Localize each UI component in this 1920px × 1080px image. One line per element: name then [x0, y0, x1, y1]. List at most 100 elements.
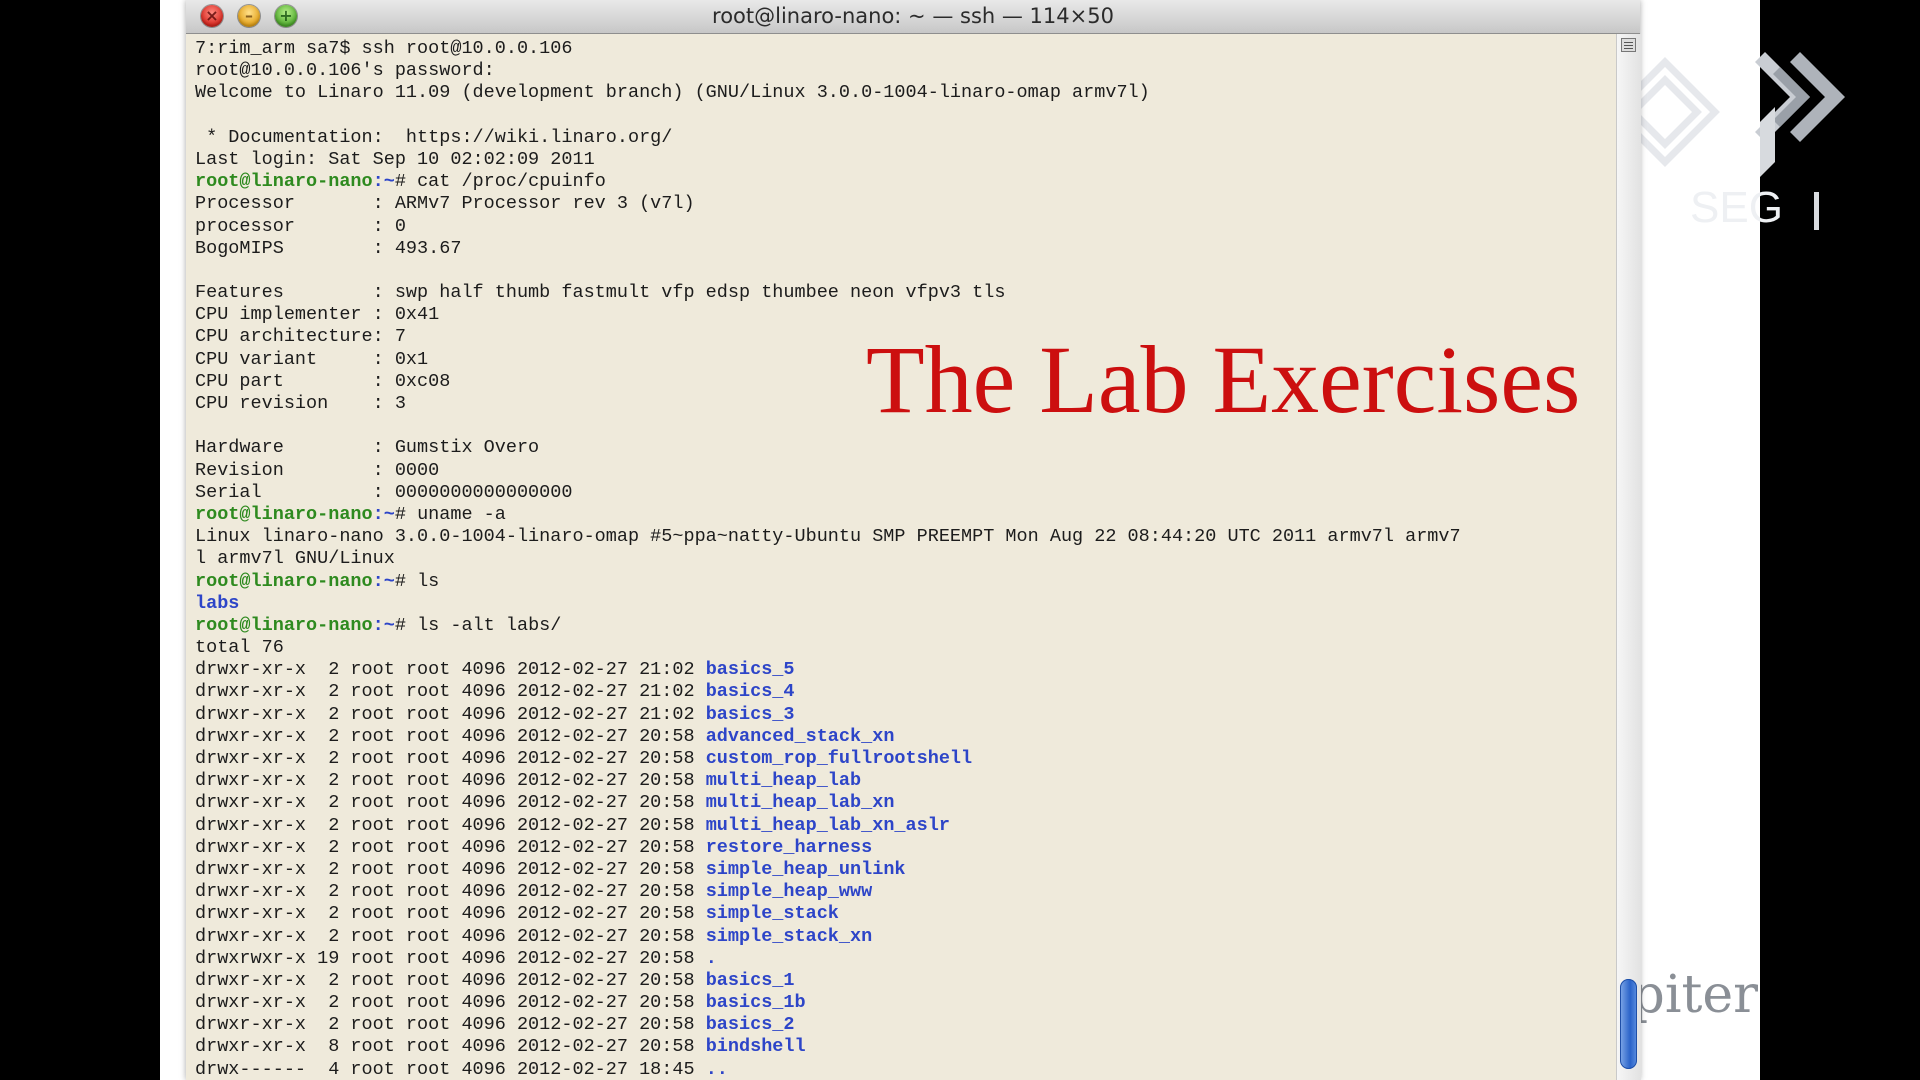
- prompt-path: :~: [372, 171, 395, 193]
- scroll-thumb[interactable]: [1620, 979, 1637, 1069]
- terminal-line: drwxr-xr-x 2 root root 4096 2012-02-27 2…: [195, 770, 1616, 792]
- directory-name: simple_heap_unlink: [705, 858, 906, 880]
- prompt-command: # cat /proc/cpuinfo: [394, 171, 606, 193]
- terminal-line-text: CPU architecture: 7: [195, 326, 406, 348]
- terminal-line-text: Welcome to Linaro 11.09 (development bra…: [195, 82, 1150, 104]
- terminal-line: l armv7l GNU/Linux: [195, 548, 1616, 570]
- terminal-line: Welcome to Linaro 11.09 (development bra…: [195, 82, 1616, 104]
- terminal-line: root@linaro-nano:~# ls -alt labs/: [195, 615, 1616, 637]
- terminal-line: Revision : 0000: [195, 460, 1616, 482]
- slide-title: The Lab Exercises: [866, 326, 1581, 433]
- directory-name: simple_stack_xn: [705, 925, 873, 947]
- terminal-line: drwxr-xr-x 8 root root 4096 2012-02-27 2…: [195, 1036, 1616, 1058]
- directory-name: simple_stack: [705, 903, 839, 925]
- terminal-line-text: Revision : 0000: [195, 459, 440, 481]
- directory-name: basics_4: [705, 681, 795, 703]
- terminal-line: drwxr-xr-x 2 root root 4096 2012-02-27 2…: [195, 681, 1616, 703]
- terminal-line-text: CPU part : 0xc08: [195, 370, 451, 392]
- terminal-line: drwxr-xr-x 2 root root 4096 2012-02-27 2…: [195, 926, 1616, 948]
- terminal-line-text: CPU implementer : 0x41: [195, 304, 440, 326]
- terminal-line-text: Linux linaro-nano 3.0.0-1004-linaro-omap…: [195, 526, 1461, 548]
- terminal-line: Features : swp half thumb fastmult vfp e…: [195, 282, 1616, 304]
- terminal-line: root@linaro-nano:~# uname -a: [195, 504, 1616, 526]
- terminal-line: drwxr-xr-x 2 root root 4096 2012-02-27 2…: [195, 859, 1616, 881]
- terminal-output: 7:rim_arm sa7$ ssh root@10.0.0.106 root@1…: [186, 34, 1616, 1080]
- terminal-line: drwxr-xr-x 2 root root 4096 2012-02-27 2…: [195, 970, 1616, 992]
- terminal-line: * Documentation: https://wiki.linaro.org…: [195, 127, 1616, 149]
- directory-name: multi_heap_lab_xn: [705, 792, 895, 814]
- prompt-user: root@linaro-nano: [195, 570, 373, 592]
- directory-name: multi_heap_lab_xn_aslr: [705, 814, 950, 836]
- terminal-line: root@linaro-nano:~# ls: [195, 571, 1616, 593]
- terminal-line: drwxr-xr-x 2 root root 4096 2012-02-27 2…: [195, 1014, 1616, 1036]
- directory-name: bindshell: [705, 1036, 806, 1058]
- terminal-line: drwxr-xr-x 2 root root 4096 2012-02-27 2…: [195, 992, 1616, 1014]
- prompt-command: # uname -a: [394, 503, 506, 525]
- terminal-line: drwxr-xr-x 2 root root 4096 2012-02-27 2…: [195, 881, 1616, 903]
- listing-details: drwx------ 4 root root 4096 2012-02-27 1…: [195, 1058, 706, 1080]
- terminal-line-text: processor : 0: [195, 215, 406, 237]
- terminal-line: labs: [195, 593, 1616, 615]
- terminal-line: drwxr-xr-x 2 root root 4096 2012-02-27 2…: [195, 815, 1616, 837]
- listing-details: drwxr-xr-x 2 root root 4096 2012-02-27 2…: [195, 770, 706, 792]
- window-titlebar[interactable]: × – + root@linaro-nano: ~ — ssh — 114×50: [186, 0, 1640, 34]
- window-title: root@linaro-nano: ~ — ssh — 114×50: [712, 4, 1114, 28]
- terminal-line: Hardware : Gumstix Overo: [195, 437, 1616, 459]
- prompt-command: # ls -alt labs/: [394, 614, 562, 636]
- terminal-line-text: BogoMIPS : 493.67: [195, 237, 462, 259]
- terminal-window[interactable]: × – + root@linaro-nano: ~ — ssh — 114×50…: [186, 0, 1641, 1080]
- prompt-path: :~: [372, 614, 395, 636]
- terminal-content[interactable]: 7:rim_arm sa7$ ssh root@10.0.0.106 root@1…: [186, 34, 1616, 1080]
- terminal-line: total 76: [195, 637, 1616, 659]
- listing-details: drwxr-xr-x 2 root root 4096 2012-02-27 2…: [195, 992, 706, 1014]
- terminal-line-text: * Documentation: https://wiki.linaro.org…: [195, 126, 673, 148]
- terminal-line-text: total 76: [195, 637, 284, 659]
- terminal-line: drwxr-xr-x 2 root root 4096 2012-02-27 2…: [195, 704, 1616, 726]
- directory-name: multi_heap_lab: [705, 770, 862, 792]
- listing-details: drwxr-xr-x 2 root root 4096 2012-02-27 2…: [195, 969, 706, 991]
- listing-details: drwxr-xr-x 2 root root 4096 2012-02-27 2…: [195, 925, 706, 947]
- terminal-line-text: Features : swp half thumb fastmult vfp e…: [195, 282, 1006, 304]
- terminal-line: BogoMIPS : 493.67: [195, 238, 1616, 260]
- vertical-scrollbar[interactable]: [1616, 34, 1641, 1080]
- listing-details: drwxr-xr-x 2 root root 4096 2012-02-27 2…: [195, 858, 706, 880]
- terminal-line: drwxr-xr-x 2 root root 4096 2012-02-27 2…: [195, 748, 1616, 770]
- directory-name: advanced_stack_xn: [705, 725, 895, 747]
- terminal-line: Processor : ARMv7 Processor rev 3 (v7l): [195, 193, 1616, 215]
- terminal-line-text: Last login: Sat Sep 10 02:02:09 2011: [195, 148, 595, 170]
- directory-name: ..: [705, 1058, 728, 1080]
- terminal-line: drwx------ 4 root root 4096 2012-02-27 1…: [195, 1059, 1616, 1080]
- directory-name: labs: [195, 592, 240, 614]
- split-pane-icon[interactable]: [1621, 38, 1636, 52]
- prompt-user: root@linaro-nano: [195, 171, 373, 193]
- listing-details: drwxr-xr-x 2 root root 4096 2012-02-27 2…: [195, 681, 706, 703]
- listing-details: drwxr-xr-x 2 root root 4096 2012-02-27 2…: [195, 725, 706, 747]
- listing-details: drwxrwxr-x 19 root root 4096 2012-02-27 …: [195, 947, 706, 969]
- prompt-command: # ls: [394, 570, 440, 592]
- listing-details: drwxr-xr-x 2 root root 4096 2012-02-27 2…: [195, 659, 706, 681]
- prompt-user: root@linaro-nano: [195, 503, 373, 525]
- directory-name: basics_1b: [705, 992, 806, 1014]
- directory-name: basics_2: [705, 1014, 795, 1036]
- directory-name: basics_5: [705, 659, 795, 681]
- terminal-line: drwxr-xr-x 2 root root 4096 2012-02-27 2…: [195, 659, 1616, 681]
- listing-details: drwxr-xr-x 2 root root 4096 2012-02-27 2…: [195, 836, 706, 858]
- listing-details: drwxr-xr-x 8 root root 4096 2012-02-27 2…: [195, 1036, 706, 1058]
- terminal-line: Last login: Sat Sep 10 02:02:09 2011: [195, 149, 1616, 171]
- terminal-line: drwxr-xr-x 2 root root 4096 2012-02-27 2…: [195, 792, 1616, 814]
- terminal-line-text: root@10.0.0.106's password:: [195, 60, 495, 82]
- terminal-line: 7:rim_arm sa7$ ssh root@10.0.0.106: [195, 38, 1616, 60]
- directory-name: simple_heap_www: [705, 881, 873, 903]
- svg-text:SEG: SEG: [1690, 183, 1783, 232]
- terminal-line-text: Serial : 0000000000000000: [195, 481, 573, 503]
- terminal-line: drwxr-xr-x 2 root root 4096 2012-02-27 2…: [195, 903, 1616, 925]
- terminal-line: drwxr-xr-x 2 root root 4096 2012-02-27 2…: [195, 837, 1616, 859]
- directory-name: basics_1: [705, 969, 795, 991]
- listing-details: drwxr-xr-x 2 root root 4096 2012-02-27 2…: [195, 881, 706, 903]
- listing-details: drwxr-xr-x 2 root root 4096 2012-02-27 2…: [195, 748, 706, 769]
- terminal-line-text: Processor : ARMv7 Processor rev 3 (v7l): [195, 193, 695, 215]
- terminal-line-text: 7:rim_arm sa7$ ssh root@10.0.0.106: [195, 38, 573, 59]
- listing-details: drwxr-xr-x 2 root root 4096 2012-02-27 2…: [195, 1014, 706, 1036]
